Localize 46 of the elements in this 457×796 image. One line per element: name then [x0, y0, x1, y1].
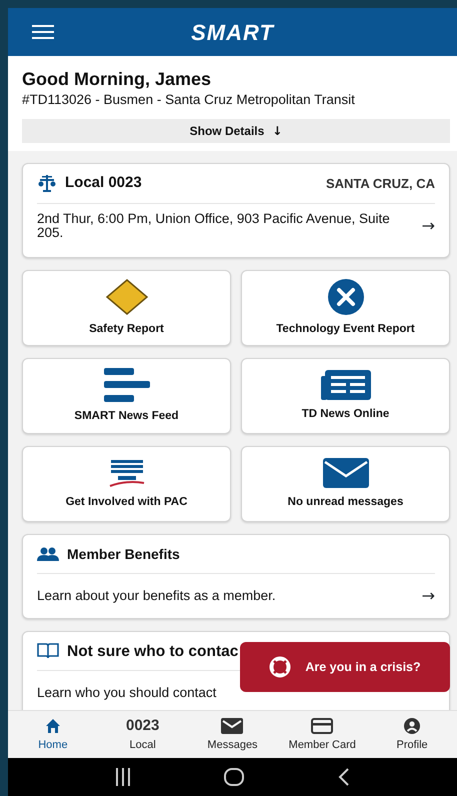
tile-button[interactable]: SMART News Feed — [22, 358, 231, 434]
local-location: SANTA CRUZ, CA — [326, 174, 435, 193]
card-text: Learn about your benefits as a member. — [37, 587, 276, 606]
book-icon — [37, 643, 59, 660]
tile-button[interactable]: TD News Online — [241, 358, 450, 434]
home-icon — [44, 718, 61, 734]
arrow-icon: → — [422, 214, 435, 238]
lifebuoy-icon — [269, 656, 292, 678]
logo: SMART — [191, 18, 274, 46]
tile-button[interactable]: Safety Report — [22, 270, 231, 346]
menu-icon — [32, 24, 54, 40]
profile-icon — [404, 718, 420, 734]
info-card[interactable]: Member Benefits Learn about your benefits as a member. → — [22, 534, 450, 620]
envelope-icon — [322, 458, 368, 488]
card-icon — [311, 718, 334, 734]
pac-logo-icon — [108, 458, 146, 488]
nav-tab[interactable]: Member Card — [277, 715, 368, 754]
card-title: Member Benefits — [67, 544, 180, 564]
nav-tab[interactable]: Messages — [188, 715, 278, 754]
arrow-icon: → — [422, 584, 435, 608]
member-info: #TD113026 - Busmen - Santa Cruz Metropolitan Transit — [22, 90, 356, 109]
local-card[interactable]: Local 0023 SANTA CRUZ, CA 2nd Thur, 6:00 Pm, Union Office, 903 Pacific Avenue, Suite 205. → — [22, 163, 450, 258]
tile-button[interactable]: Technology Event Report — [241, 270, 450, 346]
meeting-info: 2nd Thur, 6:00 Pm, Union Office, 903 Pacific Avenue, Suite 205. — [37, 212, 391, 242]
info-card[interactable]: Not sure who to contac Learn who you should contact Are you in a crisis? — [22, 631, 450, 710]
safety-sign-icon — [104, 278, 148, 315]
home-button-icon — [224, 768, 244, 786]
newspaper-icon — [320, 370, 370, 400]
recent-apps-icon — [114, 768, 131, 786]
nav-tab[interactable]: Profile — [367, 715, 457, 754]
card-title: Not sure who to contac — [67, 642, 238, 662]
nav-tab[interactable]: Home — [8, 715, 98, 754]
close-icon — [328, 278, 364, 315]
show-details-button[interactable]: Show Details ↓ — [22, 119, 450, 144]
tile-button[interactable]: No unread messages — [241, 446, 450, 522]
tile-button[interactable]: Get Involved with PAC — [22, 446, 231, 522]
greeting-title: Good Morning, James — [22, 70, 212, 90]
back-icon — [338, 768, 350, 786]
nav-tab[interactable]: 0023 Local — [98, 715, 188, 754]
people-icon — [37, 547, 59, 562]
envelope-icon — [221, 718, 244, 734]
crisis-button[interactable]: Are you in a crisis? — [240, 642, 450, 692]
menu-lines-icon — [104, 368, 150, 402]
tower-icon — [37, 173, 57, 194]
card-text: Learn who you should contact — [37, 684, 216, 702]
local-title: Local 0023 — [65, 173, 142, 194]
